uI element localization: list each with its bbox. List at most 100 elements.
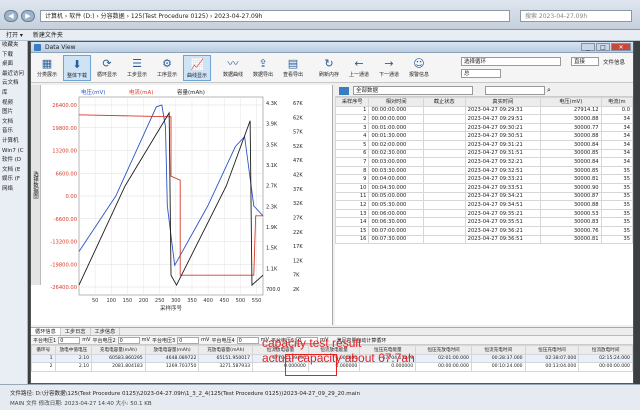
table-row[interactable]: 16 00:07:30.000 2023-04-27 09:36:51 30000.8… (334, 234, 634, 245)
toolbar-button[interactable]: ⬇ 整体下载 (63, 55, 91, 81)
search-input[interactable]: 搜索 2023-04-27.09h (520, 10, 632, 22)
platform-voltage-input[interactable]: 0 (58, 336, 81, 344)
file-info-label[interactable]: 文件信息 (603, 58, 625, 66)
toolbar-button[interactable]: ☰ 工步显示 (123, 55, 151, 81)
y-tick-label: 19800.00 (52, 126, 77, 132)
toolbar-button[interactable]: ☺ 报警信息 (405, 55, 433, 81)
toolbar-button[interactable]: 📈 曲线显示 (183, 55, 211, 81)
toolbar-button[interactable]: ▦ 分类展示 (33, 55, 61, 81)
toolbar-button[interactable]: ⇪ 数据导出 (249, 55, 277, 81)
sidebar-item[interactable]: 下载 (0, 51, 27, 61)
sidebar-item[interactable]: 软件 (D (0, 156, 27, 166)
table-row[interactable]: 8 00:03:30.000 2023-04-27 09:32:51 30000.85… (334, 165, 634, 176)
total-select[interactable]: 总 (461, 69, 501, 78)
sidebar-item[interactable]: 文档 (E (0, 166, 27, 176)
cycle-column-header[interactable]: 恒流充电时间 (470, 345, 526, 355)
table-row[interactable]: 5 00:02:00.000 2023-04-27 09:31:21 30000.84… (334, 139, 634, 150)
toolbar-button[interactable]: ▤ 查看导出 (279, 55, 307, 81)
sidebar-item[interactable]: 视频 (0, 99, 27, 109)
cycle-column-header[interactable]: 放电电容量(mAh) (144, 345, 200, 355)
record-column-header[interactable]: 相对时间 (368, 97, 424, 107)
data-filter-select[interactable]: 全部数据 (353, 86, 473, 95)
sidebar-item[interactable]: 计算机 (0, 137, 27, 147)
cycle-column-header[interactable]: 充电电容量(mAh) (91, 345, 146, 355)
table-row[interactable]: 12 00:05:30.000 2023-04-27 09:34:51 30000.8… (334, 200, 634, 210)
close-button[interactable]: ✕ (611, 43, 631, 51)
record-search-input[interactable] (485, 86, 545, 95)
tab-step-info[interactable]: 工步信息 (91, 328, 121, 335)
toolbar-button-label: 循环显示 (96, 72, 117, 78)
platform-voltage-input[interactable]: 0 (117, 336, 140, 344)
cycle-column-header[interactable]: 恒压充电时间 (524, 345, 580, 355)
cycle-column-header[interactable]: 循环号 (31, 345, 56, 355)
filter-label: mV (82, 337, 91, 343)
cycle-column-header[interactable]: 充放电容量(mAh) (198, 345, 254, 355)
cycle-column-header[interactable]: 恒压充放电时间 (415, 345, 472, 355)
cycle-column-header[interactable]: 恒流放电时间 (578, 345, 633, 355)
table-row[interactable]: 3 00:01:00.000 2023-04-27 09:30:21 30000.77… (334, 122, 634, 133)
record-column-header[interactable]: 真实时间 (464, 97, 541, 107)
energy-tick-label: 2K (293, 287, 300, 293)
back-icon[interactable]: ◀ (4, 10, 18, 22)
toolbar-button[interactable]: ↻ 刷新内存 (315, 55, 343, 81)
cycle-select[interactable]: 选择循环 (461, 57, 561, 66)
sidebar-item[interactable]: 文档 (0, 118, 27, 128)
toolbar-button[interactable]: ← 上一通道 (345, 55, 373, 81)
table-cell: 2023-04-27 09:30:51 (464, 131, 541, 141)
forward-icon[interactable]: ▶ (21, 10, 35, 22)
toolbar-button-label: 刷新内存 (318, 72, 339, 78)
mode-select[interactable]: 直接 (571, 57, 599, 66)
maximize-button[interactable]: □ (596, 43, 610, 51)
sidebar-item[interactable]: 最近访问 (0, 70, 27, 80)
sidebar-item[interactable]: 网络 (0, 185, 27, 195)
grid-icon[interactable] (339, 87, 349, 95)
tab-step-log[interactable]: 工步日志 (61, 328, 91, 335)
platform-voltage-input[interactable]: 0 (177, 336, 200, 344)
table-cell: 35 (600, 165, 634, 176)
record-column-header[interactable]: 电压(mV) (539, 97, 602, 107)
table-cell: 11 (334, 191, 370, 202)
table-cell: 30000.53 (539, 208, 602, 219)
sidebar-item[interactable]: 图片 (0, 108, 27, 118)
toolbar-button[interactable]: ⟳ 循环显示 (93, 55, 121, 81)
record-column-header[interactable]: 电流(m (600, 97, 634, 107)
sidebar-item[interactable]: 娱乐 (F (0, 175, 27, 185)
record-column-header[interactable]: 采样序号 (334, 97, 370, 107)
chart-vertical-tab[interactable]: 选择数据图 (31, 85, 41, 285)
x-tick-label: 350 (187, 298, 197, 304)
toolbar-button[interactable]: 〰数据曲线 (219, 55, 247, 81)
sidebar-item[interactable]: 库 (0, 89, 27, 99)
y-tick-label: 6600.00 (56, 171, 77, 177)
table-row[interactable]: 7 00:03:00.000 2023-04-27 09:32:21 30000.84… (334, 157, 634, 167)
table-row[interactable]: 14 00:06:30.000 2023-04-27 09:35:51 30000.8… (334, 217, 634, 227)
explorer-nav: ◀ ▶ (4, 10, 35, 22)
sidebar-item[interactable]: 收藏夹 (0, 41, 27, 51)
table-row[interactable]: 4 00:01:30.000 2023-04-27 09:30:51 30000.88… (334, 131, 634, 141)
table-row[interactable]: 1 00:00:00.000 2023-04-27 09:29:31 27914.12… (334, 105, 634, 116)
minimize-button[interactable]: _ (581, 43, 595, 51)
search-icon[interactable]: ⌕ (547, 86, 551, 95)
sidebar-item[interactable]: 桌面 (0, 60, 27, 70)
sidebar-item[interactable]: 音乐 (0, 127, 27, 137)
table-row[interactable]: 6 00:02:30.000 2023-04-27 09:31:51 30000.85… (334, 148, 634, 159)
menu-new-folder[interactable]: 新建文件夹 (33, 30, 63, 40)
address-bar[interactable]: 计算机 › 软件 (D:) › 分容数据 › 125(Test Procedur… (40, 10, 510, 22)
toolbar-button[interactable]: → 下一通道 (375, 55, 403, 81)
platform-voltage-input[interactable]: 0 (236, 336, 259, 344)
toolbar-button-label: 报警信息 (408, 72, 429, 78)
record-column-header[interactable]: 截止状态 (422, 97, 466, 107)
cycle-column-header[interactable]: 放电中值电压 (54, 345, 93, 355)
table-row[interactable]: 13 00:06:00.000 2023-04-27 09:35:21 30000.5… (334, 208, 634, 219)
sidebar-item[interactable]: Win7 (C (0, 147, 27, 157)
table-row[interactable]: 10 00:04:30.000 2023-04-27 09:33:51 30000.9… (334, 182, 634, 193)
sidebar-item[interactable]: 云文档 (0, 79, 27, 89)
tab-cycle-info[interactable]: 循环信息 (31, 328, 61, 335)
table-row[interactable]: 9 00:04:00.000 2023-04-27 09:33:21 30000.81… (334, 174, 634, 184)
toolbar-button[interactable]: ⚙ 工序显示 (153, 55, 181, 81)
y-tick-label: -13200.00 (50, 240, 77, 246)
table-cell: 00:00:00.000 (368, 114, 424, 124)
menu-open[interactable]: 打开 ▾ (6, 30, 23, 40)
table-row[interactable]: 15 00:07:00.000 2023-04-27 09:36:21 30000.7… (334, 225, 634, 236)
table-row[interactable]: 11 00:05:00.000 2023-04-27 09:34:21 30000.8… (334, 191, 634, 202)
table-row[interactable]: 2 00:00:00.000 2023-04-27 09:29:51 30000.88… (334, 114, 634, 124)
